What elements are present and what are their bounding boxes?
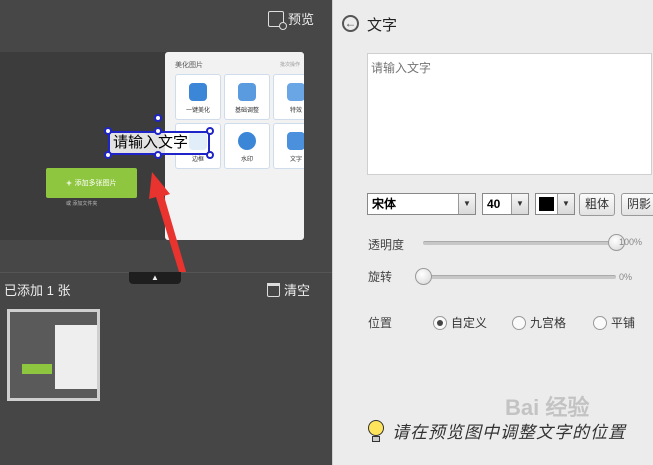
resize-handle-tl[interactable]	[104, 127, 112, 135]
tile: 一键美化	[175, 74, 221, 120]
preview-label: 预览	[288, 12, 315, 27]
image-thumbnail[interactable]	[7, 309, 100, 401]
shadow-button[interactable]: 阴影	[621, 193, 653, 216]
tile: 特效	[273, 74, 304, 120]
font-family-select[interactable]: 宋体 ▼	[367, 193, 476, 215]
plus-icon: +	[66, 178, 72, 188]
thumbnail-card	[55, 325, 97, 389]
chevron-down-icon: ▼	[511, 194, 528, 214]
rotation-slider[interactable]	[423, 275, 616, 279]
position-label: 位置	[368, 316, 393, 330]
resize-handle-bl[interactable]	[104, 151, 112, 159]
tile: 基础调整	[224, 74, 270, 120]
text-icon	[287, 132, 304, 150]
tile: 文字	[273, 123, 304, 169]
font-family-value: 宋体	[372, 197, 397, 211]
preview-icon	[268, 10, 287, 30]
text-input[interactable]	[367, 53, 652, 175]
position-option-label: 自定义	[451, 316, 488, 330]
radio-icon	[593, 315, 607, 330]
rotate-handle[interactable]	[154, 114, 162, 122]
font-size-select[interactable]: 40 ▼	[482, 193, 529, 215]
opacity-value: 100%	[619, 237, 643, 247]
left-pane: 预览 美化图片 批次操作 一键美化 基础调整 特效 边框 水印 文字 + 添加多张…	[0, 0, 332, 465]
panel-title: 文字	[367, 17, 398, 34]
radio-icon	[433, 315, 447, 330]
add-folder-link: 或 添加文件夹	[66, 201, 98, 207]
position-option-label: 平铺	[611, 316, 636, 330]
chevron-down-icon: ▼	[458, 194, 475, 214]
clear-button[interactable]: 清空	[267, 280, 310, 299]
trash-icon	[267, 282, 280, 297]
position-option-tile[interactable]: 平铺	[593, 314, 635, 331]
thumbnail-button	[22, 364, 52, 374]
rotation-slider-knob[interactable]	[414, 268, 432, 285]
app-preview-header: 美化图片	[175, 62, 203, 69]
tile-label: 基础调整	[234, 108, 259, 114]
rotation-label: 旋转	[368, 270, 393, 284]
flower-icon	[189, 83, 207, 101]
resize-handle-br[interactable]	[206, 151, 214, 159]
tile-label: 特效	[289, 108, 302, 114]
radio-icon	[512, 315, 526, 330]
font-color-picker[interactable]: ▼	[535, 193, 575, 215]
stamp-icon	[238, 132, 256, 150]
back-icon[interactable]: ←	[342, 15, 359, 32]
position-option-grid[interactable]: 九宫格	[512, 314, 566, 331]
add-images-button: + 添加多张图片	[46, 168, 137, 198]
rotation-value: 0%	[619, 272, 633, 282]
app-preview-header-right: 批次操作	[279, 62, 300, 68]
opacity-slider[interactable]	[423, 241, 616, 245]
color-swatch	[539, 197, 554, 211]
tip-row: 请在预览图中调整文字的位置	[366, 416, 626, 444]
tile-label: 一键美化	[185, 108, 210, 114]
tile-label: 水印	[240, 157, 253, 163]
position-option-label: 九宫格	[530, 316, 567, 330]
bold-button[interactable]: 粗体	[579, 193, 615, 216]
resize-handle-tm[interactable]	[154, 127, 162, 135]
opacity-label: 透明度	[368, 238, 405, 252]
preview-button[interactable]: 预览	[268, 9, 315, 30]
clear-label: 清空	[284, 283, 311, 298]
font-size-value: 40	[487, 197, 501, 211]
resize-handle-bm[interactable]	[154, 151, 162, 159]
lightbulb-icon	[366, 416, 386, 444]
position-option-custom[interactable]: 自定义	[433, 314, 487, 331]
tile-label: 文字	[289, 157, 302, 163]
tip-text: 请在预览图中调整文字的位置	[392, 422, 626, 443]
wand-icon	[287, 83, 304, 101]
added-count-label: 已添加 1 张	[4, 283, 71, 298]
chevron-down-icon: ▼	[557, 194, 574, 214]
add-images-label: 添加多张图片	[74, 180, 117, 187]
collapse-toggle[interactable]: ▲	[129, 272, 181, 284]
tile: 水印	[224, 123, 270, 169]
sliders-icon	[238, 83, 256, 101]
resize-handle-tr[interactable]	[206, 127, 214, 135]
